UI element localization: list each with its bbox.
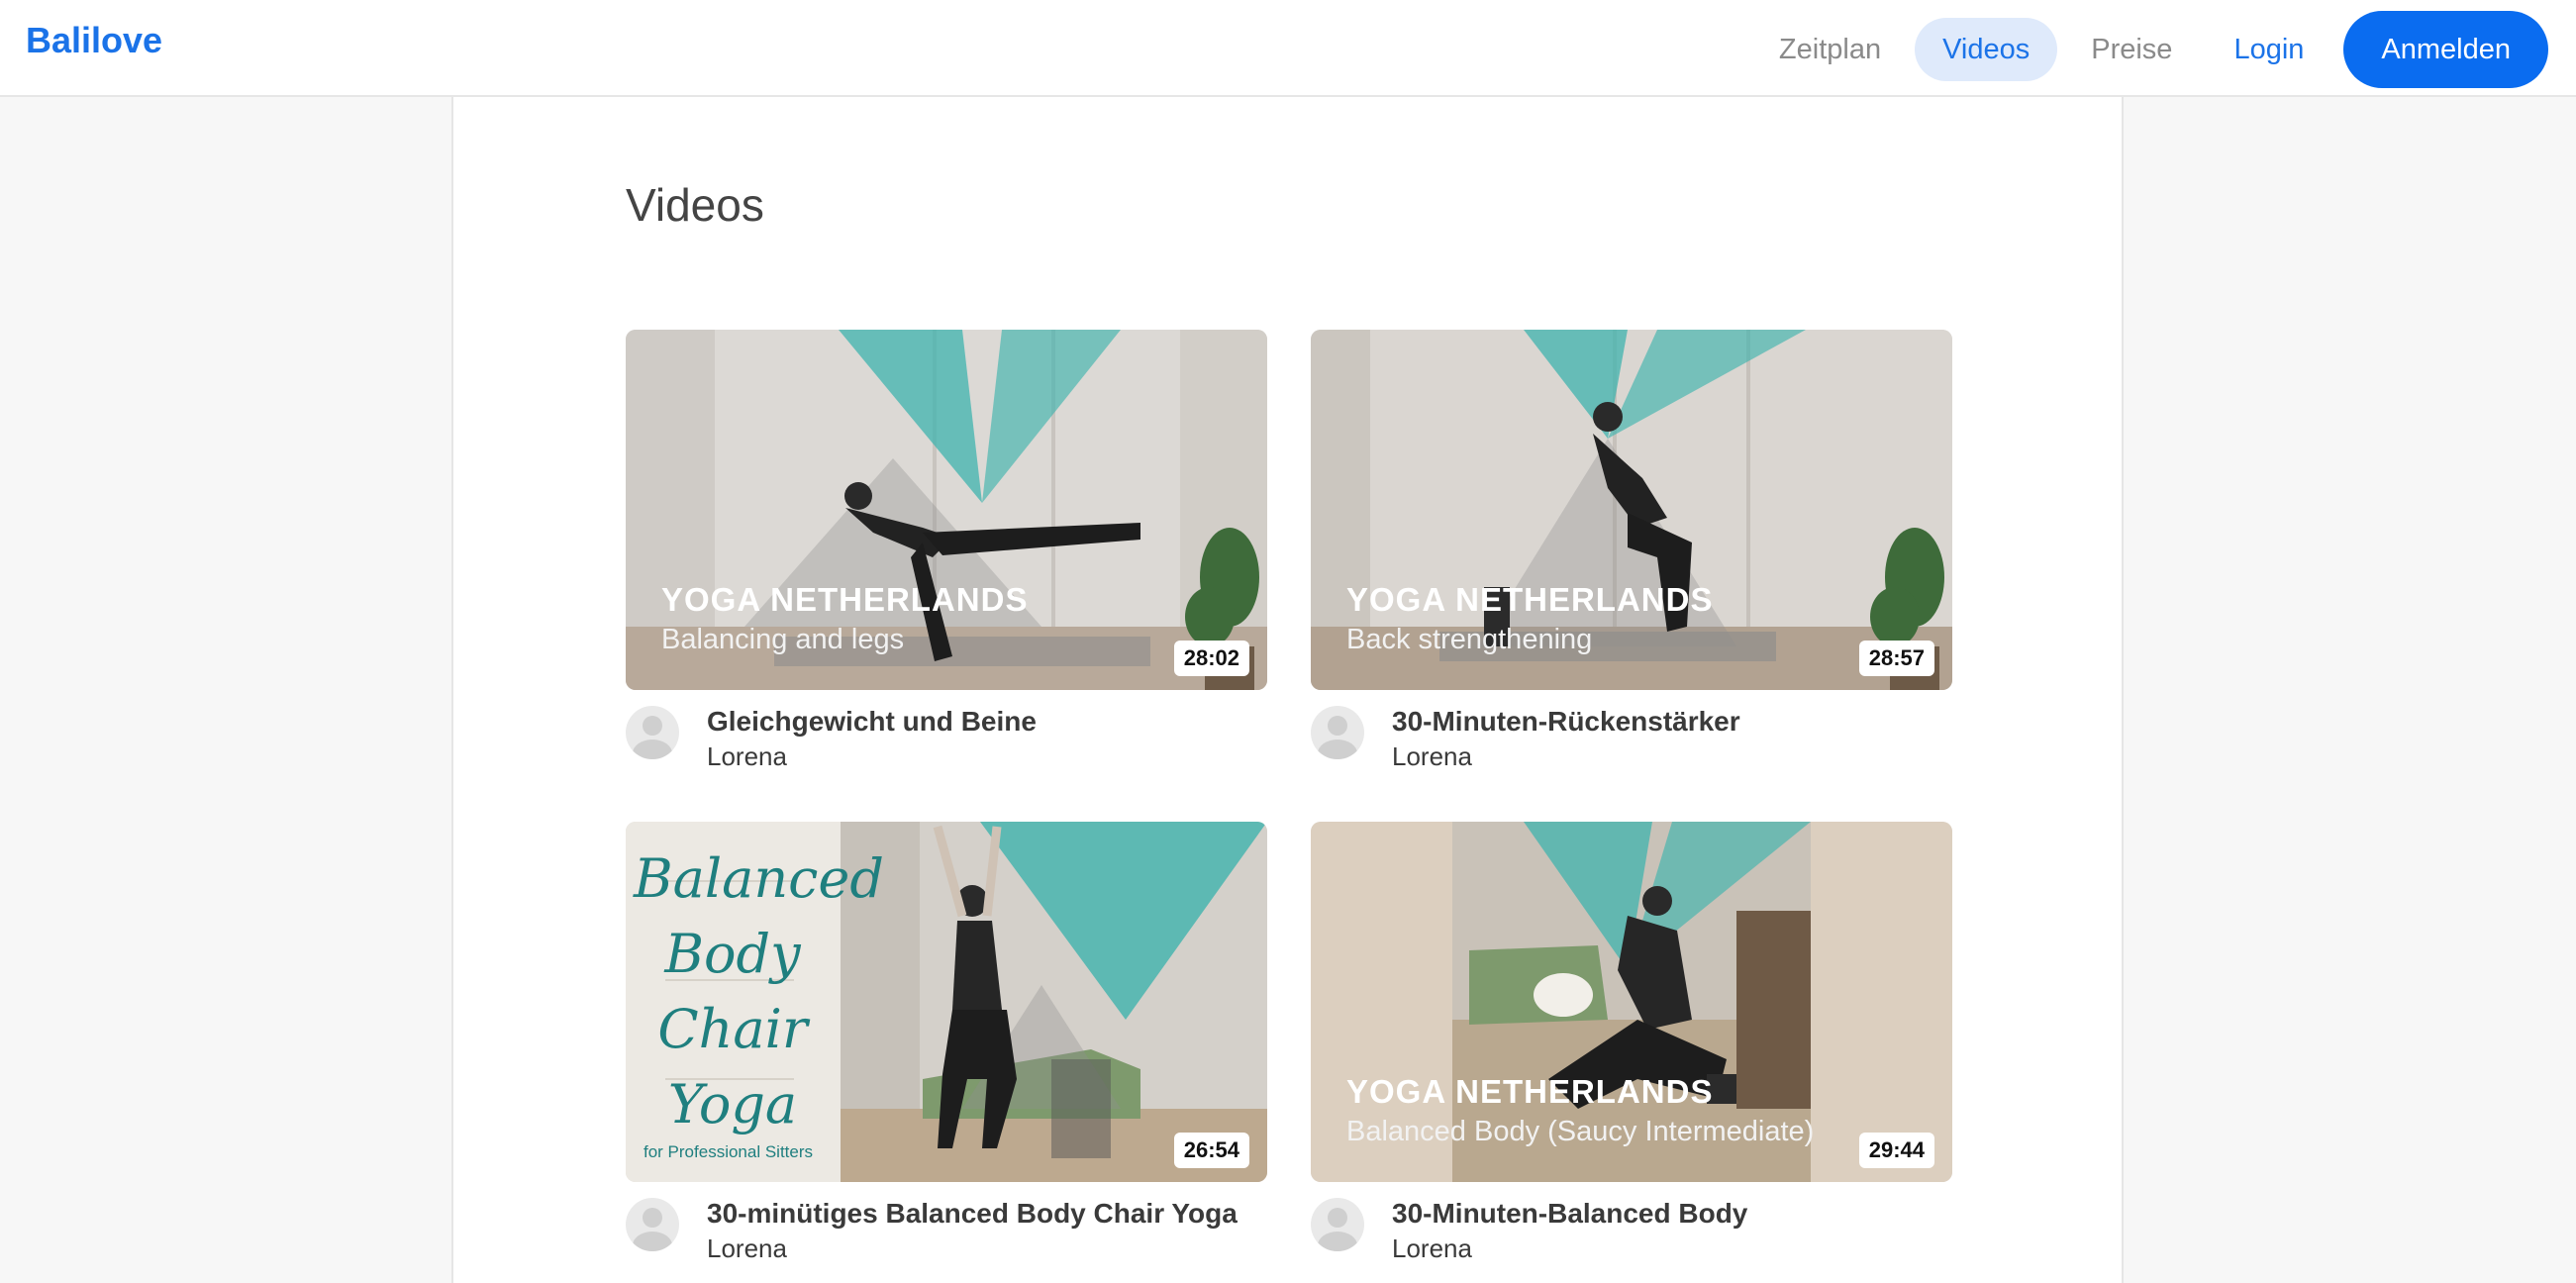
- video-thumbnail[interactable]: YOGA NETHERLANDS Balanced Body (Saucy In…: [1311, 822, 1952, 1182]
- thumbnail-overlay-subtitle: Balancing and legs: [661, 624, 905, 655]
- thumbnail-line: Yoga: [667, 1073, 798, 1135]
- video-author: Lorena: [1392, 1234, 1472, 1263]
- video-card[interactable]: Balanced Body Chair Yoga for Professiona…: [626, 822, 1267, 1265]
- avatar: [626, 1198, 679, 1251]
- nav-login[interactable]: Login: [2206, 18, 2331, 81]
- video-thumbnail[interactable]: YOGA NETHERLANDS Balancing and legs 28:0…: [626, 330, 1267, 690]
- top-navigation-bar: Balilove Zeitplan Videos Preise Login An…: [0, 0, 2576, 97]
- signup-button[interactable]: Anmelden: [2343, 11, 2548, 88]
- thumbnail-handwritten-title: Balanced Body Chair Yoga: [634, 841, 884, 1142]
- thumbnail-line: Body: [664, 923, 801, 985]
- user-icon: [1318, 1208, 1357, 1251]
- avatar: [1311, 706, 1364, 759]
- video-author: Lorena: [707, 1234, 787, 1263]
- thumbnail-overlay-subtitle: Back strengthening: [1346, 624, 1593, 655]
- video-card[interactable]: YOGA NETHERLANDS Balanced Body (Saucy In…: [1311, 822, 1952, 1265]
- video-meta: Gleichgewicht und Beine Lorena: [626, 690, 1267, 773]
- avatar: [626, 706, 679, 759]
- video-card[interactable]: YOGA NETHERLANDS Balancing and legs 28:0…: [626, 330, 1267, 773]
- thumbnail-overlay-title: YOGA NETHERLANDS: [1346, 581, 1714, 618]
- video-author: Lorena: [1392, 741, 1472, 771]
- thumbnail-overlay-subtitle: Balanced Body (Saucy Intermediate): [1346, 1116, 1815, 1147]
- nav-schedule[interactable]: Zeitplan: [1751, 18, 1909, 81]
- duration-badge: 26:54: [1173, 1133, 1249, 1168]
- video-title[interactable]: 30-Minuten-Balanced Body: [1392, 1198, 1747, 1230]
- content-panel: Videos YOGA NETHERLANDS Balancing and le…: [451, 97, 2124, 1283]
- video-title[interactable]: 30-minütiges Balanced Body Chair Yoga: [707, 1198, 1238, 1230]
- video-title[interactable]: Gleichgewicht und Beine: [707, 706, 1037, 738]
- thumbnail-line: Balanced: [634, 847, 884, 910]
- user-icon: [633, 716, 672, 759]
- video-thumbnail[interactable]: YOGA NETHERLANDS Back strengthening 28:5…: [1311, 330, 1952, 690]
- user-icon: [633, 1208, 672, 1251]
- nav-prices[interactable]: Preise: [2063, 18, 2200, 81]
- page-title: Videos: [626, 179, 764, 231]
- duration-badge: 29:44: [1858, 1133, 1934, 1168]
- video-meta: 30-minütiges Balanced Body Chair Yoga Lo…: [626, 1182, 1267, 1265]
- video-card[interactable]: YOGA NETHERLANDS Back strengthening 28:5…: [1311, 330, 1952, 773]
- thumbnail-overlay-title: YOGA NETHERLANDS: [661, 581, 1029, 618]
- duration-badge: 28:02: [1173, 641, 1249, 676]
- thumbnail-overlay-title: YOGA NETHERLANDS: [1346, 1073, 1714, 1110]
- brand-logo[interactable]: Balilove: [26, 20, 162, 61]
- user-icon: [1318, 716, 1357, 759]
- thumbnail-tagline: for Professional Sitters: [644, 1142, 814, 1161]
- nav-videos[interactable]: Videos: [1915, 18, 2058, 81]
- video-thumbnail[interactable]: Balanced Body Chair Yoga for Professiona…: [626, 822, 1267, 1182]
- main-nav: Zeitplan Videos Preise Login Anmelden: [1745, 11, 2548, 88]
- video-author: Lorena: [707, 741, 787, 771]
- avatar: [1311, 1198, 1364, 1251]
- video-meta: 30-Minuten-Balanced Body Lorena: [1311, 1182, 1952, 1265]
- thumbnail-line: Chair: [657, 998, 808, 1060]
- duration-badge: 28:57: [1858, 641, 1934, 676]
- video-meta: 30-Minuten-Rückenstärker Lorena: [1311, 690, 1952, 773]
- video-title[interactable]: 30-Minuten-Rückenstärker: [1392, 706, 1740, 738]
